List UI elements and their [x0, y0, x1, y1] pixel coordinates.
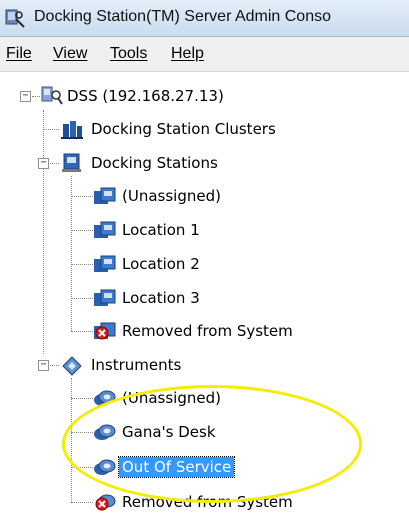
tree-connector — [43, 110, 44, 354]
tree-connector — [71, 196, 93, 197]
menu-bar: File View Tools Help — [0, 37, 409, 72]
collapse-docking-stations-toggle[interactable]: − — [38, 158, 49, 169]
tree-node-label: Docking Stations — [91, 154, 218, 172]
server-icon — [41, 86, 63, 105]
tree-connector — [48, 365, 59, 366]
instrument-group-icon — [94, 390, 116, 406]
menu-tools[interactable]: Tools — [110, 45, 147, 63]
tree-connector — [71, 398, 93, 399]
menu-help[interactable]: Help — [171, 45, 204, 63]
tree-node-label: Location 1 — [122, 221, 200, 239]
cluster-icon — [61, 121, 83, 139]
tree-node-label: (Unassigned) — [122, 187, 221, 205]
tree-connector — [71, 176, 72, 331]
tree-node-label-selected: Out Of Service — [117, 456, 236, 478]
collapse-instruments-toggle[interactable]: − — [38, 360, 49, 371]
tree-connector — [71, 378, 72, 502]
instrument-group-icon — [94, 459, 116, 475]
tree-connector — [71, 264, 93, 265]
tree-node-label: Removed from System — [122, 322, 293, 340]
tree-node-label: (Unassigned) — [122, 389, 221, 407]
tree-connector — [71, 331, 93, 332]
menu-file[interactable]: File — [6, 45, 32, 63]
tree-connector — [71, 502, 93, 503]
server-tree[interactable]: − − − DSS (192.168.27.13) Docking Statio… — [0, 72, 409, 519]
instrument-group-icon — [94, 424, 116, 440]
collapse-root-toggle[interactable]: − — [20, 91, 31, 102]
location-group-icon — [94, 221, 116, 238]
tree-node-label: DSS (192.168.27.13) — [67, 87, 224, 105]
tree-node-label: Instruments — [91, 356, 182, 374]
tree-connector — [71, 467, 93, 468]
location-group-icon — [94, 289, 116, 306]
tree-connector — [48, 163, 59, 164]
tree-node-label: Gana's Desk — [122, 423, 216, 441]
location-group-icon — [94, 255, 116, 272]
location-group-icon — [94, 187, 116, 204]
tree-connector — [32, 96, 40, 97]
removed-instrument-icon — [95, 494, 116, 511]
menu-view[interactable]: View — [53, 45, 87, 63]
tree-connector — [71, 432, 93, 433]
tree-node-label: Removed from System — [122, 493, 293, 511]
window-title: Docking Station(TM) Server Admin Conso — [34, 8, 331, 25]
instrument-icon — [62, 356, 82, 376]
tree-connector — [43, 129, 59, 130]
tree-node-label: Location 3 — [122, 289, 200, 307]
docking-station-icon — [62, 153, 81, 172]
app-icon — [5, 9, 25, 28]
tree-node-label: Docking Station Clusters — [91, 120, 276, 138]
tree-connector — [71, 298, 93, 299]
tree-node-label: Location 2 — [122, 255, 200, 273]
removed-station-icon — [94, 322, 116, 340]
tree-connector — [71, 230, 93, 231]
title-bar: Docking Station(TM) Server Admin Conso — [0, 0, 409, 37]
